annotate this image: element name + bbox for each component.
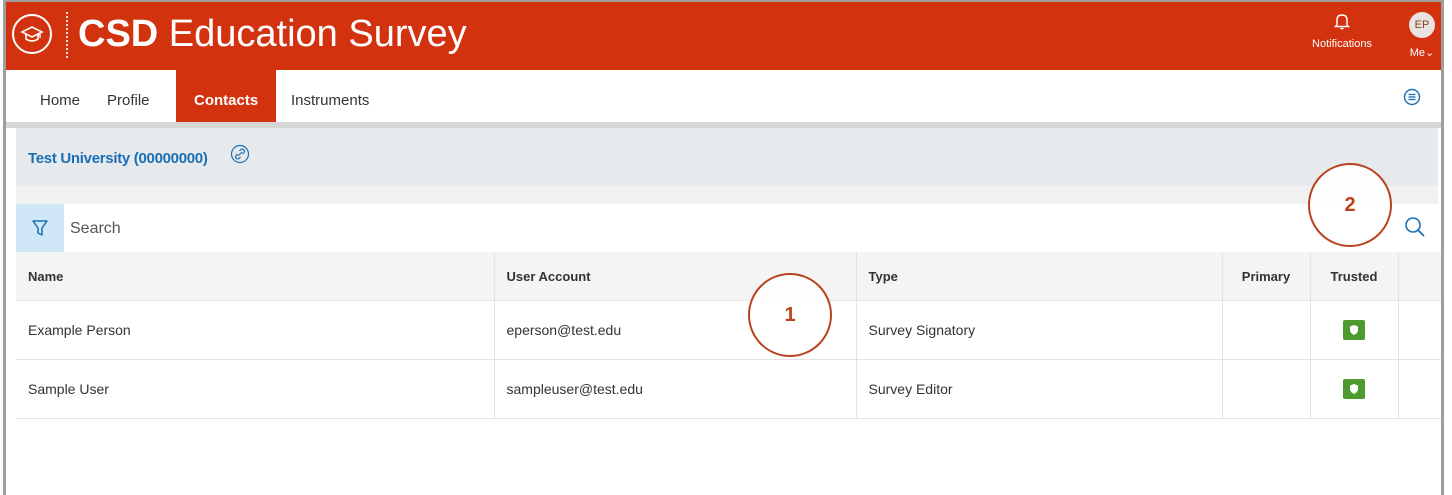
menu-circle-icon[interactable] <box>1403 88 1421 106</box>
app-window: CSD Education Survey Notifications EP Me… <box>3 0 1444 495</box>
cell-primary <box>1222 300 1311 360</box>
graduation-cap-icon[interactable] <box>12 14 52 54</box>
trusted-badge <box>1343 379 1365 399</box>
search-icon[interactable] <box>1404 216 1426 238</box>
top-header: CSD Education Survey Notifications EP Me… <box>6 2 1441 70</box>
notifications-button[interactable]: Notifications <box>1306 12 1378 50</box>
chevron-down-icon: ⌄ <box>1425 47 1435 59</box>
shield-icon <box>1350 384 1358 394</box>
app-title-rest: Education Survey <box>168 13 467 55</box>
filter-button[interactable] <box>16 204 64 252</box>
nav-contacts[interactable]: Contacts <box>176 70 277 122</box>
app-title: CSD Education Survey <box>78 11 467 57</box>
cell-trusted <box>1310 300 1399 360</box>
cell-name: Sample User <box>16 359 495 419</box>
column-header-primary[interactable]: Primary <box>1222 252 1311 301</box>
filter-icon <box>32 220 48 236</box>
cell-type: Survey Editor <box>856 359 1223 419</box>
shield-icon <box>1350 325 1358 335</box>
avatar: EP <box>1409 12 1435 38</box>
cell-trusted <box>1310 359 1399 419</box>
cell-primary <box>1222 359 1311 419</box>
notifications-label: Notifications <box>1312 38 1372 50</box>
empty-area <box>16 419 1438 495</box>
nav-instruments[interactable]: Instruments <box>291 70 369 122</box>
logo-divider <box>66 12 68 58</box>
contacts-content: Test University (00000000) Search Name U… <box>16 128 1441 495</box>
table-header-row: Name User Account Type Primary Trusted <box>16 252 1441 301</box>
search-input[interactable] <box>66 204 1272 254</box>
column-header-trusted[interactable]: Trusted <box>1310 252 1399 301</box>
trusted-badge <box>1343 320 1365 340</box>
callout-1: 1 <box>748 273 832 357</box>
app-title-bold: CSD <box>78 13 159 55</box>
org-header: Test University (00000000) <box>16 128 1438 186</box>
main-nav: Home Profile Contacts Instruments <box>6 70 1441 128</box>
bell-icon <box>1334 14 1350 30</box>
cell-actions <box>1398 300 1441 360</box>
cell-name: Example Person <box>16 300 495 360</box>
table-row[interactable]: Example Person eperson@test.edu Survey S… <box>16 300 1441 360</box>
cell-type: Survey Signatory <box>856 300 1223 360</box>
search-bar <box>16 204 1438 254</box>
user-menu-button[interactable]: EP Me⌄ <box>1404 12 1440 59</box>
org-title[interactable]: Test University (00000000) <box>28 150 208 167</box>
cell-account: sampleuser@test.edu <box>494 359 857 419</box>
column-header-actions <box>1398 252 1441 301</box>
link-icon[interactable] <box>230 144 250 164</box>
contacts-table: Name User Account Type Primary Trusted E… <box>16 252 1441 419</box>
nav-home[interactable]: Home <box>40 70 80 122</box>
column-header-type[interactable]: Type <box>856 252 1223 301</box>
cell-actions <box>1398 359 1441 419</box>
callout-2: 2 <box>1308 163 1392 247</box>
nav-profile[interactable]: Profile <box>107 70 150 122</box>
table-row[interactable]: Sample User sampleuser@test.edu Survey E… <box>16 359 1441 419</box>
column-header-name[interactable]: Name <box>16 252 495 301</box>
me-label: Me <box>1409 47 1426 59</box>
